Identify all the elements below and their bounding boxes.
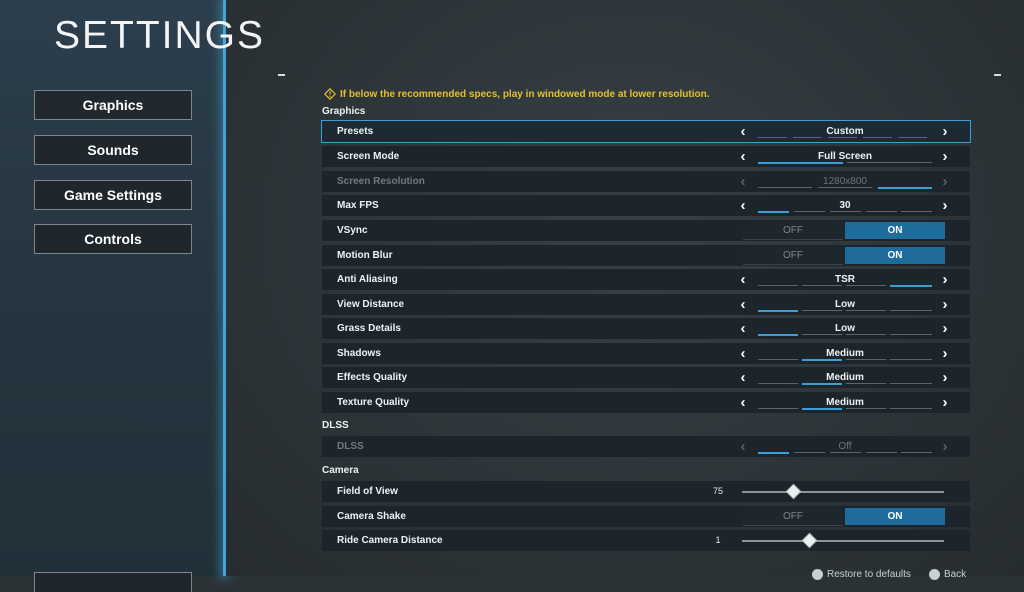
back-label: Back (943, 569, 967, 580)
chevron-left-icon[interactable]: ‹ (736, 197, 750, 214)
setting-label: Presets (337, 126, 374, 137)
controller-button-icon (928, 569, 940, 580)
nav-game-settings-button[interactable]: Game Settings (34, 180, 192, 210)
setting-label: View Distance (337, 299, 405, 310)
controller-button-icon (812, 569, 823, 580)
setting-presets[interactable]: Presets ‹ Custom › (321, 120, 971, 143)
chevron-left-icon: ‹ (740, 438, 746, 455)
setting-max-fps[interactable]: Max FPS ‹ 30 › (322, 195, 970, 216)
setting-texture-quality[interactable]: Texture Quality ‹ Medium › (322, 392, 970, 413)
camera-shake-off-button[interactable]: OFF (743, 508, 843, 526)
field-of-view-slider[interactable] (742, 491, 944, 493)
setting-label: Ride Camera Distance (337, 535, 443, 546)
chevron-right-icon[interactable]: › (938, 271, 952, 288)
chevron-right-icon[interactable]: › (938, 345, 952, 362)
setting-label: Motion Blur (337, 250, 393, 261)
level-indicator (758, 187, 932, 189)
warning-message: If below the recommended specs, play in … (324, 88, 710, 100)
setting-label: DLSS (337, 441, 364, 452)
chevron-right-icon[interactable]: › (938, 369, 952, 386)
vsync-on-button[interactable]: ON (845, 222, 945, 239)
level-indicator (758, 310, 932, 312)
setting-label: Camera Shake (337, 511, 406, 522)
level-indicator (758, 211, 932, 213)
setting-label: Grass Details (337, 323, 401, 334)
setting-dlss: DLSS ‹ Off › (322, 436, 970, 457)
section-title-graphics: Graphics (322, 106, 366, 117)
setting-view-distance[interactable]: View Distance ‹ Low › (322, 294, 970, 315)
setting-label: Effects Quality (337, 372, 408, 383)
chevron-left-icon[interactable]: ‹ (736, 123, 750, 140)
chevron-right-icon[interactable]: › (938, 148, 952, 165)
setting-label: Shadows (337, 348, 381, 359)
level-indicator (758, 137, 932, 139)
motion-blur-off-button[interactable]: OFF (743, 247, 843, 265)
chevron-left-icon[interactable]: ‹ (736, 148, 750, 165)
chevron-right-icon[interactable]: › (938, 320, 952, 337)
setting-effects-quality[interactable]: Effects Quality ‹ Medium › (322, 367, 970, 388)
warning-icon (324, 88, 336, 100)
level-indicator (758, 452, 932, 454)
nav-sounds-button[interactable]: Sounds (34, 135, 192, 165)
setting-screen-resolution: Screen Resolution ‹ 1280x800 › (322, 171, 970, 192)
page-title: SETTINGS (54, 14, 266, 57)
setting-label: Max FPS (337, 200, 379, 211)
setting-label: Anti Aliasing (337, 274, 398, 285)
chevron-left-icon[interactable]: ‹ (736, 296, 750, 313)
chevron-left-icon[interactable]: ‹ (736, 345, 750, 362)
level-indicator (758, 383, 932, 385)
setting-field-of-view: Field of View 75 (322, 481, 970, 502)
setting-label: Screen Mode (337, 151, 400, 162)
level-indicator (758, 162, 932, 164)
setting-label: Texture Quality (337, 397, 410, 408)
footer-hints: Restore to defaults Back (812, 569, 966, 580)
vsync-off-button[interactable]: OFF (743, 222, 843, 240)
slider-value: 1 (715, 535, 721, 545)
setting-motion-blur: Motion Blur OFF ON (322, 245, 970, 266)
chevron-right-icon[interactable]: › (938, 394, 952, 411)
slider-handle[interactable] (785, 483, 801, 500)
chevron-right-icon[interactable]: › (938, 197, 952, 214)
motion-blur-on-button[interactable]: ON (845, 247, 945, 264)
sidebar (0, 0, 224, 576)
chevron-left-icon[interactable]: ‹ (736, 394, 750, 411)
chevron-right-icon: › (942, 173, 948, 190)
corner-mark (278, 74, 285, 76)
chevron-left-icon[interactable]: ‹ (736, 369, 750, 386)
chevron-right-icon: › (942, 438, 948, 455)
warning-text: If below the recommended specs, play in … (340, 88, 710, 100)
restore-defaults-button[interactable]: Restore to defaults (812, 569, 911, 580)
ride-camera-distance-slider[interactable] (742, 540, 944, 542)
chevron-right-icon[interactable]: › (938, 123, 952, 140)
nav-extra-button[interactable] (34, 572, 192, 592)
nav-graphics-button[interactable]: Graphics (34, 90, 192, 120)
setting-screen-mode[interactable]: Screen Mode ‹ Full Screen › (322, 146, 970, 167)
slider-value: 75 (712, 486, 723, 496)
level-indicator (758, 334, 932, 336)
level-indicator (758, 408, 932, 410)
setting-label: VSync (337, 225, 368, 236)
slider-handle[interactable] (801, 532, 817, 549)
restore-defaults-label: Restore to defaults (827, 569, 911, 580)
setting-label: Field of View (337, 486, 398, 497)
setting-shadows[interactable]: Shadows ‹ Medium › (322, 343, 970, 364)
setting-ride-camera-distance: Ride Camera Distance 1 (322, 530, 970, 551)
chevron-left-icon: ‹ (740, 173, 746, 190)
back-button[interactable]: Back (928, 569, 967, 580)
level-indicator (758, 285, 932, 287)
section-title-camera: Camera (322, 465, 359, 476)
chevron-right-icon[interactable]: › (938, 296, 952, 313)
setting-vsync: VSync OFF ON (322, 220, 970, 241)
level-indicator (758, 359, 932, 361)
chevron-left-icon[interactable]: ‹ (736, 271, 750, 288)
corner-mark (994, 74, 1001, 76)
setting-grass-details[interactable]: Grass Details ‹ Low › (322, 318, 970, 339)
chevron-left-icon[interactable]: ‹ (736, 320, 750, 337)
section-title-dlss: DLSS (322, 420, 349, 431)
setting-camera-shake: Camera Shake OFF ON (322, 506, 970, 527)
nav-controls-button[interactable]: Controls (34, 224, 192, 254)
camera-shake-on-button[interactable]: ON (845, 508, 945, 525)
setting-label: Screen Resolution (337, 176, 425, 187)
setting-anti-aliasing[interactable]: Anti Aliasing ‹ TSR › (322, 269, 970, 290)
